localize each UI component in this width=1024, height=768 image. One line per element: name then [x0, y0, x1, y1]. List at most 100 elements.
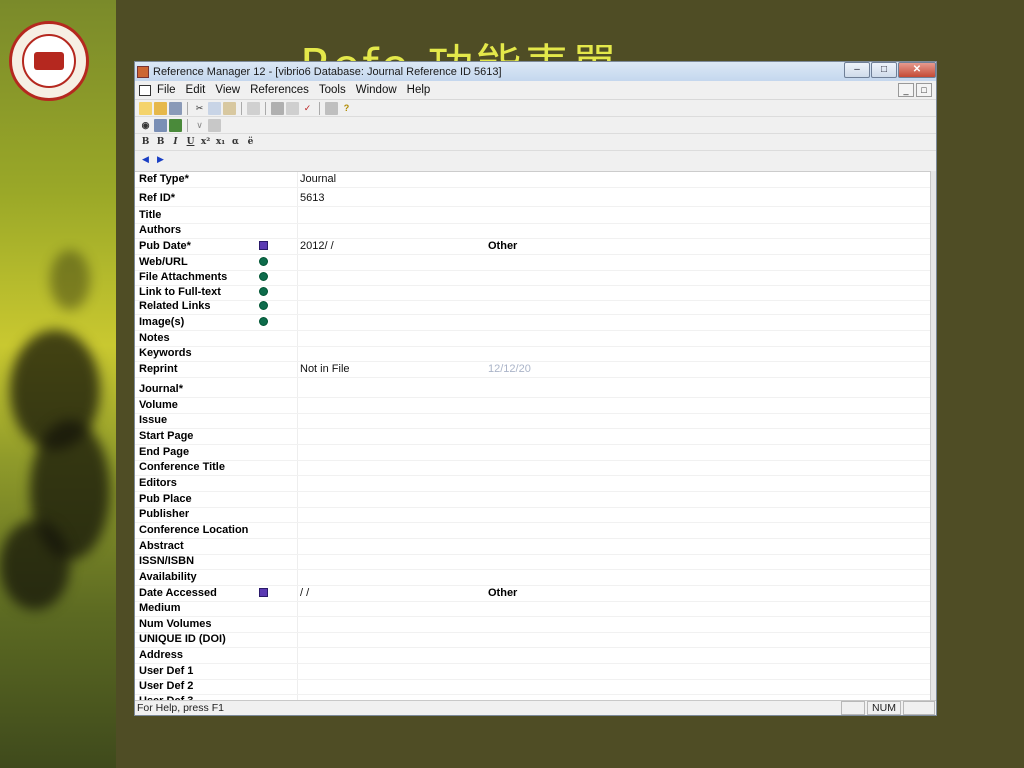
underline-icon[interactable]: U — [184, 136, 197, 149]
search-toolbar: ◉ ∨ — [135, 117, 936, 134]
document-menu-icon[interactable] — [139, 84, 151, 96]
menu-edit[interactable]: Edit — [186, 84, 206, 96]
mdi-minimize-button[interactable]: _ — [898, 83, 914, 97]
field-row[interactable]: Conference Title — [135, 460, 932, 476]
field-row[interactable]: UNIQUE ID (DOI) — [135, 632, 932, 648]
field-row[interactable]: File Attachments — [135, 270, 932, 286]
vertical-scrollbar[interactable] — [930, 171, 936, 701]
field-row[interactable]: Pub Place — [135, 492, 932, 508]
field-row[interactable]: Image(s) — [135, 315, 932, 331]
field-row[interactable]: Abstract — [135, 539, 932, 555]
table-icon[interactable] — [208, 118, 221, 132]
globe-icon[interactable] — [259, 272, 268, 281]
superscript-icon[interactable]: x² — [199, 136, 212, 149]
paste-icon[interactable] — [223, 101, 236, 115]
field-row[interactable]: Date Accessed / / Other — [135, 586, 932, 602]
field-row[interactable]: Issue — [135, 413, 932, 429]
field-row[interactable]: Keywords — [135, 346, 932, 362]
minimize-button[interactable]: – — [844, 62, 870, 78]
field-value[interactable]: Not in File — [300, 363, 350, 375]
field-row[interactable]: Num Volumes — [135, 617, 932, 633]
binoculars-icon[interactable]: ◉ — [139, 119, 152, 132]
field-value[interactable]: 2012/ / — [300, 240, 334, 252]
field-row[interactable]: Reprint Not in File 12/12/20 — [135, 362, 932, 378]
list-icon[interactable] — [154, 118, 167, 132]
field-label: User Def 1 — [139, 665, 194, 677]
menu-help[interactable]: Help — [407, 84, 431, 96]
status-num-indicator: NUM — [867, 701, 901, 715]
field-value[interactable]: 5613 — [300, 192, 324, 204]
next-arrow-icon[interactable]: ▶ — [154, 153, 167, 166]
greek-alpha-icon[interactable]: α — [229, 136, 242, 149]
field-row[interactable]: ISSN/ISBN — [135, 554, 932, 570]
field-row[interactable]: Publisher — [135, 507, 932, 523]
globe-icon[interactable] — [259, 301, 268, 310]
open-folder-icon[interactable] — [154, 101, 167, 115]
special-char-icon[interactable]: ë — [244, 136, 257, 149]
field-value[interactable]: / / — [300, 587, 309, 599]
menu-view[interactable]: View — [215, 84, 240, 96]
status-help-text: For Help, press F1 — [137, 702, 224, 714]
copy-icon[interactable] — [208, 101, 221, 115]
field-label: Reprint — [139, 363, 178, 375]
field-row[interactable]: Notes — [135, 331, 932, 347]
calendar-icon[interactable] — [259, 588, 268, 597]
spell-check-icon[interactable]: ✓ — [301, 102, 314, 115]
globe-icon[interactable] — [259, 317, 268, 326]
print-preview-icon[interactable] — [271, 101, 284, 115]
format-toolbar: B B I U x² x₁ α ë — [135, 134, 936, 151]
field-row[interactable]: Authors — [135, 223, 932, 239]
field-label: Authors — [139, 224, 182, 236]
globe-icon[interactable] — [259, 287, 268, 296]
field-row[interactable]: Web/URL — [135, 255, 932, 271]
filter-icon[interactable]: ∨ — [193, 119, 206, 132]
field-row[interactable]: Ref Type* Journal — [135, 172, 932, 188]
field-row[interactable]: Journal* — [135, 382, 932, 398]
bold-icon[interactable]: B — [139, 136, 152, 149]
field-row[interactable]: End Page — [135, 445, 932, 461]
printer-icon[interactable] — [325, 101, 338, 115]
title-bar[interactable]: Reference Manager 12 - [vibrio6 Database… — [135, 62, 936, 81]
field-row[interactable]: Related Links — [135, 299, 932, 315]
decorative-left-strip — [0, 0, 116, 768]
globe-icon[interactable] — [259, 257, 268, 266]
field-row[interactable]: Pub Date* 2012/ / Other — [135, 239, 932, 255]
field-label: Availability — [139, 571, 197, 583]
italic-icon[interactable]: I — [169, 136, 182, 149]
field-row[interactable]: Address — [135, 648, 932, 664]
field-row[interactable]: Ref ID* 5613 — [135, 191, 932, 207]
mdi-restore-button[interactable]: □ — [916, 83, 932, 97]
save-icon[interactable] — [169, 101, 182, 115]
field-row[interactable]: Availability — [135, 570, 932, 586]
field-row[interactable]: Conference Location — [135, 523, 932, 539]
field-label: Notes — [139, 332, 170, 344]
grid-icon[interactable] — [169, 118, 182, 132]
close-button[interactable]: ✕ — [898, 62, 936, 78]
field-row[interactable]: Start Page — [135, 429, 932, 445]
menu-file[interactable]: File — [157, 84, 176, 96]
field-row[interactable]: User Def 2 — [135, 679, 932, 695]
subscript-icon[interactable]: x₁ — [214, 136, 227, 149]
previous-arrow-icon[interactable]: ◀ — [139, 153, 152, 166]
bold-alt-icon[interactable]: B — [154, 136, 167, 149]
field-row[interactable]: User Def 1 — [135, 664, 932, 680]
menu-references[interactable]: References — [250, 84, 309, 96]
cut-icon[interactable]: ✂ — [193, 102, 206, 115]
calendar-icon[interactable] — [259, 241, 268, 250]
field-row[interactable]: Title — [135, 208, 932, 224]
field-row[interactable]: Editors — [135, 476, 932, 492]
field-label: Date Accessed — [139, 587, 217, 599]
edit-icon[interactable] — [247, 101, 260, 115]
print-icon[interactable] — [286, 101, 299, 115]
field-row[interactable]: Medium — [135, 601, 932, 617]
field-label: Title — [139, 209, 162, 221]
menu-tools[interactable]: Tools — [319, 84, 346, 96]
new-icon[interactable] — [139, 101, 152, 115]
menu-window[interactable]: Window — [356, 84, 397, 96]
help-icon[interactable]: ? — [340, 102, 353, 115]
field-row[interactable]: Volume — [135, 398, 932, 414]
standard-toolbar: ✂ ✓ ? — [135, 100, 936, 117]
maximize-button[interactable]: □ — [871, 62, 897, 78]
field-value[interactable]: Journal — [300, 173, 336, 185]
field-label: Conference Location — [139, 524, 249, 536]
